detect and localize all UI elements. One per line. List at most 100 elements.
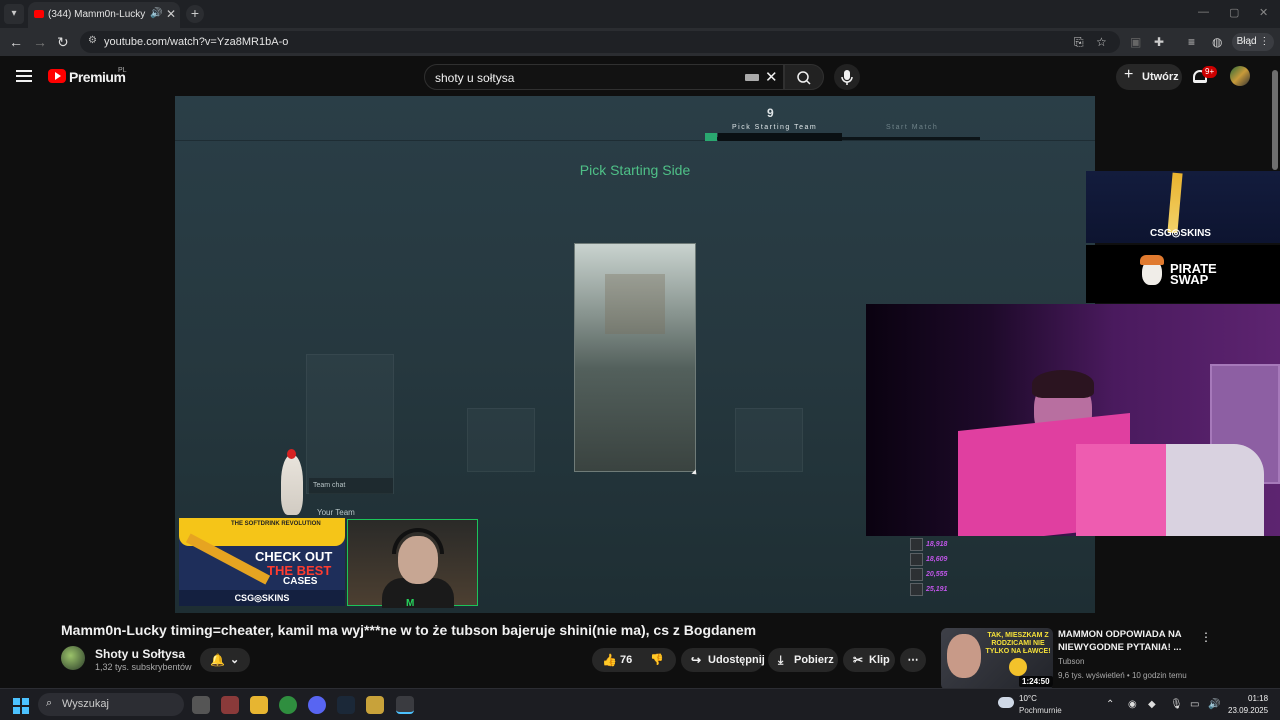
recommended-meta: 9,6 tys. wyświetleń • 10 godzin temu [1058, 671, 1187, 680]
download-icon: ⤓ [778, 653, 784, 667]
search-icon: ⌕ [46, 697, 53, 709]
download-button[interactable]: ⤓ Pobierz [768, 648, 838, 672]
keyboard-icon[interactable] [745, 74, 759, 81]
download-label: Pobierz [794, 654, 834, 666]
clock-time[interactable]: 01:18 [1248, 694, 1268, 703]
media-control-icon[interactable]: ≡ [1188, 35, 1195, 49]
recommended-thumbnail[interactable]: TAK, MIESZKAM Z RODZICAMI NIE TYLKO NA Ł… [941, 628, 1053, 690]
more-options-icon[interactable]: ⋮ [1200, 630, 1212, 644]
clip-button[interactable]: ✂ Klip [843, 648, 895, 672]
extensions-puzzle-icon[interactable]: ✚ [1154, 35, 1164, 49]
tab-close-icon[interactable]: ✕ [166, 7, 176, 21]
agent-icon [910, 567, 923, 581]
volume-icon[interactable]: 🔊 [1208, 699, 1220, 710]
premium-label: Premium [69, 69, 126, 85]
steam-icon[interactable] [337, 696, 355, 714]
file-explorer-icon[interactable] [250, 696, 268, 714]
side-option-left[interactable] [467, 408, 535, 472]
m-logo-icon: M [406, 598, 415, 609]
your-team-label: Your Team [317, 508, 355, 517]
voice-search-button[interactable] [834, 64, 860, 90]
account-avatar[interactable] [1230, 66, 1250, 86]
channel-name[interactable]: Shoty u Sołtysa [95, 647, 185, 661]
cast-icon[interactable]: ⎘ [1074, 35, 1084, 50]
more-actions-button[interactable]: ⋯ [900, 648, 926, 672]
chrome-icon[interactable] [279, 696, 297, 714]
app-icon[interactable] [221, 696, 239, 714]
win-row: 25,191 [910, 582, 962, 596]
side-option-right[interactable] [735, 408, 803, 472]
taskbar-search-placeholder: Wyszukaj [62, 698, 109, 710]
browser-tab[interactable]: (344) Mamm0n-Lucky timing 🔊 ✕ [28, 2, 180, 28]
temperature: 10°C [1019, 694, 1037, 703]
channel-avatar[interactable] [61, 646, 85, 670]
minimize-icon[interactable]: — [1198, 6, 1209, 18]
pirate-logo-icon [1140, 255, 1164, 285]
subscription-bell-button[interactable]: 🔔 ⌄ [200, 648, 250, 672]
controller-icon[interactable]: ◉ [1128, 699, 1137, 710]
scissors-icon: ✂ [853, 653, 864, 667]
team-chat-label[interactable]: Team chat [309, 478, 393, 494]
knife-icon [1167, 172, 1183, 234]
clear-search-icon[interactable]: ✕ [765, 68, 778, 86]
create-button[interactable]: + Utwórz [1116, 64, 1182, 90]
windows-taskbar: ⌕ Wyszukaj 10°C Pochmurnie ⌃ ◉ ◆ 🎙 ▭ 🔊 0… [0, 688, 1280, 720]
chevron-down-icon: ⌄ [230, 654, 240, 666]
subscriber-count: 1,32 tys. subskrybentów [95, 662, 192, 672]
windows-start-icon[interactable] [13, 698, 29, 714]
csgoskins-overlay: CSG◎SKINS [1086, 171, 1280, 243]
youtube-header: Premium PL shoty u sołtysa ✕ + Utwórz 9+ [0, 56, 1280, 96]
menu-icon[interactable] [16, 70, 32, 82]
taskbar-search[interactable]: ⌕ Wyszukaj [38, 693, 184, 716]
emoji-icon [1009, 658, 1027, 676]
window-close-icon[interactable]: ✕ [1259, 6, 1268, 19]
cardboard-box-flap [1076, 444, 1166, 536]
site-info-icon[interactable]: ⚙ [88, 35, 97, 46]
search-icon [797, 71, 811, 85]
reload-icon[interactable]: ↻ [57, 34, 69, 51]
new-tab-button[interactable]: + [186, 5, 204, 23]
discord-icon[interactable] [308, 696, 326, 714]
extension-icon[interactable]: ▣ [1130, 35, 1141, 49]
page-scrollbar[interactable] [1272, 70, 1278, 170]
share-label: Udostępnij [708, 654, 765, 666]
bell-icon: 🔔 [210, 653, 225, 667]
recommended-title[interactable]: MAMMON ODPOWIADA NA NIEWYGODNE PYTANIA! … [1058, 628, 1198, 654]
address-bar[interactable]: ⚙ youtube.com/watch?v=Yza8MR1bA-o [80, 31, 1120, 53]
tray-chevron-icon[interactable]: ⌃ [1106, 699, 1114, 710]
task-view-icon[interactable] [192, 696, 210, 714]
step-current-segment [718, 133, 842, 141]
thumbs-up-icon[interactable]: 👍 [602, 648, 617, 672]
bookmark-star-icon[interactable]: ☆ [1096, 35, 1107, 49]
tab-search-button[interactable]: ▾ [4, 4, 24, 24]
ad-brand: CSG◎SKINS [179, 590, 345, 606]
forward-icon[interactable]: → [33, 34, 47, 50]
youtube-logo-icon[interactable] [48, 69, 66, 83]
recommended-channel[interactable]: Tubson [1058, 657, 1084, 666]
back-icon[interactable]: ← [9, 34, 23, 50]
speaker-icon[interactable]: 🔊 [150, 8, 162, 19]
player-card-placeholder [306, 354, 394, 494]
active-app-icon[interactable] [396, 696, 414, 714]
cloud-icon [998, 697, 1014, 708]
share-button[interactable]: ↪ Udostępnij [681, 648, 765, 672]
map-card[interactable] [574, 243, 696, 472]
search-input[interactable]: shoty u sołtysa ✕ [424, 64, 784, 90]
steam-tray-icon[interactable]: ◆ [1148, 699, 1156, 710]
search-button[interactable] [784, 64, 824, 90]
browser-error-button[interactable]: Błąd ⋮ [1232, 33, 1274, 51]
thumbs-down-icon[interactable]: 👎 [650, 648, 664, 672]
ad-check-text: CHECK OUT [255, 549, 333, 564]
mic-tray-icon[interactable]: 🎙 [1170, 699, 1183, 710]
share-icon: ↪ [691, 653, 702, 667]
network-icon[interactable]: ▭ [1190, 699, 1199, 710]
maximize-icon[interactable]: ▢ [1229, 6, 1239, 19]
like-count[interactable]: 76 [620, 648, 632, 672]
profile-icon[interactable]: ◍ [1212, 35, 1222, 49]
clock-date[interactable]: 23.09.2025 [1228, 706, 1268, 715]
video-duration: 1:24:50 [1019, 676, 1053, 687]
weather-description: Pochmurnie [1019, 706, 1062, 715]
url-text: youtube.com/watch?v=Yza8MR1bA-o [104, 36, 289, 48]
riot-icon[interactable] [366, 696, 384, 714]
clip-label: Klip [869, 654, 890, 666]
